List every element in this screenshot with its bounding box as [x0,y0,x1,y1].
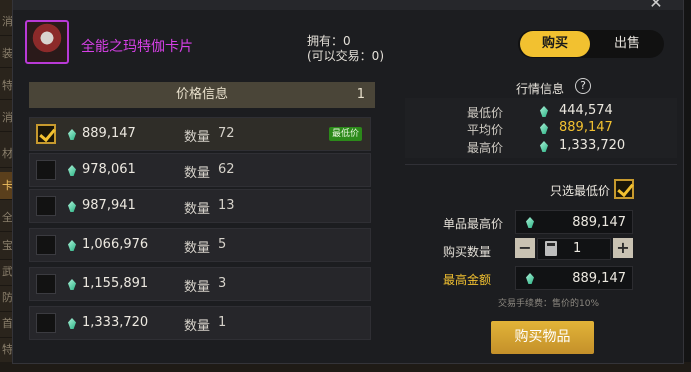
gem-icon [68,165,76,176]
qty-decrease-button[interactable]: − [515,238,535,258]
listing-row[interactable]: 889,147 数量 72 最低价 [29,117,371,151]
avg-price-label: 平均价 [467,123,504,137]
buy-qty-label: 购买数量 [443,245,492,259]
avg-price-value: 889,147 [559,120,613,135]
unit-max-price-label: 单品最高价 [443,217,504,231]
dialog-title-bar [13,0,683,10]
total-max-label: 最高金额 [443,273,492,287]
buy-item-button[interactable]: 购买物品 [491,321,594,354]
market-info-title: 行情信息 [516,82,565,96]
row-qty: 5 [218,237,227,252]
row-checkbox[interactable] [36,160,56,180]
row-price: 1,066,976 [82,237,149,252]
row-price: 978,061 [82,162,136,177]
row-checkbox[interactable] [36,235,56,255]
row-price: 1,155,891 [82,276,149,291]
only-lowest-checkbox[interactable] [614,179,634,199]
help-icon[interactable]: ? [575,78,591,94]
lowest-price-badge: 最低价 [328,127,362,141]
gem-icon [526,273,534,284]
gem-icon [68,201,76,212]
listing-header: 价格信息 1 [29,82,375,108]
listing-row[interactable]: 978,061 数量 62 [29,153,371,187]
listing-row[interactable]: 987,941 数量 13 [29,189,371,223]
listing-page-number: 1 [356,87,365,102]
only-lowest-label: 只选最低价 [550,184,611,198]
row-price: 987,941 [82,198,136,213]
item-name: 全能之玛特伽卡片 [81,39,193,55]
row-qty-label: 数量 [184,130,211,145]
tab-sell[interactable]: 出售 [592,31,662,57]
total-max-field[interactable]: 889,147 [515,266,633,290]
row-qty-label: 数量 [184,166,211,181]
row-checkbox[interactable] [36,196,56,216]
gem-icon [68,240,76,251]
gem-icon [68,129,76,140]
tab-buy[interactable]: 购买 [520,31,590,57]
min-price-value: 444,574 [559,103,613,118]
row-checkbox[interactable] [36,313,56,333]
unit-max-price-field[interactable]: 889,147 [515,210,633,234]
min-price-label: 最低价 [467,106,504,120]
section-divider [405,164,677,165]
row-qty-label: 数量 [184,319,211,334]
price-listing-panel: 价格信息 1 889,147 数量 72 最低价 978,061 数量 62 9… [29,82,379,352]
close-button[interactable]: ✕ [647,0,665,12]
row-checkbox[interactable] [36,124,56,144]
unit-max-price-value: 889,147 [572,215,626,230]
row-qty: 1 [218,315,227,330]
purchase-dialog: ✕ 全能之玛特伽卡片 拥有：0 (可以交易：0) 购买 出售 价格信息 1 88… [12,0,684,364]
row-checkbox[interactable] [36,274,56,294]
calculator-icon[interactable] [545,241,557,256]
row-qty-label: 数量 [184,241,211,256]
row-qty-label: 数量 [184,280,211,295]
row-qty: 13 [218,198,235,213]
qty-value: 1 [573,241,582,256]
listing-title: 价格信息 [175,87,228,102]
buy-sell-toggle: 购买 出售 [518,30,664,58]
gem-icon [68,279,76,290]
row-price: 889,147 [82,126,136,141]
fee-note: 交易手续费：售价的10% [498,299,600,309]
gem-icon [526,217,534,228]
row-price: 1,333,720 [82,315,149,330]
max-price-label: 最高价 [467,141,504,155]
row-qty-label: 数量 [184,202,211,217]
gem-icon [68,318,76,329]
qty-increase-button[interactable]: + [613,238,633,258]
row-qty: 72 [218,126,235,141]
listing-row[interactable]: 1,155,891 数量 3 [29,267,371,301]
item-card-icon [25,20,69,64]
listing-row[interactable]: 1,333,720 数量 1 [29,306,371,340]
listing-row[interactable]: 1,066,976 数量 5 [29,228,371,262]
row-qty: 3 [218,276,227,291]
row-qty: 62 [218,162,235,177]
max-price-value: 1,333,720 [559,138,626,153]
tradable-count: (可以交易：0) [307,49,384,63]
total-max-value: 889,147 [572,271,626,286]
